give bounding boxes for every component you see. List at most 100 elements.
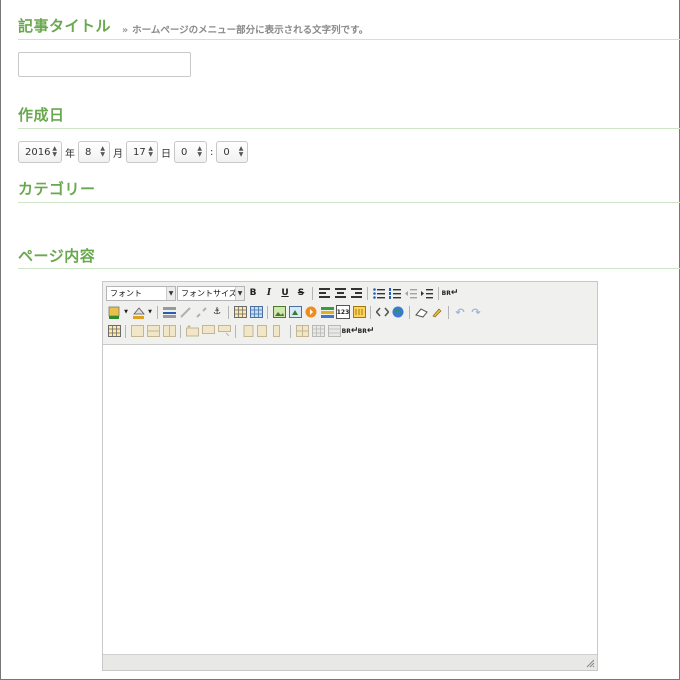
outdent-icon[interactable] — [404, 286, 418, 300]
rich-text-editor: フォント ▼ フォントサイズ ▼ B I U S BR ↵ ▼ ▼ ⚓ 123 … — [102, 281, 598, 671]
line-break-label: BR — [441, 289, 451, 297]
editor-status-bar — [103, 654, 597, 670]
align-center-icon[interactable] — [333, 286, 347, 300]
anchor-icon[interactable]: ⚓ — [210, 305, 224, 319]
italic-button[interactable]: I — [262, 286, 276, 300]
align-right-icon[interactable] — [349, 286, 363, 300]
chevron-down-icon[interactable]: ▼ — [123, 305, 129, 319]
template-icon[interactable] — [352, 305, 366, 319]
day-select[interactable]: 17 ▲ ▼ — [126, 141, 158, 163]
year-select[interactable]: 2016 ▲ ▼ — [18, 141, 62, 163]
delete-column-icon[interactable] — [272, 324, 286, 338]
time-separator: : — [210, 146, 214, 158]
divider — [18, 202, 680, 203]
day-value: 17 — [133, 146, 146, 158]
stepper-icon: ▲ ▼ — [148, 145, 153, 158]
divider — [18, 128, 680, 129]
hour-select[interactable]: 0 ▲ ▼ — [174, 141, 207, 163]
insert-column-after-icon[interactable] — [256, 324, 270, 338]
toolbar-row-1: フォント ▼ フォントサイズ ▼ B I U S BR ↵ — [106, 284, 458, 302]
split-cells-icon[interactable] — [295, 324, 309, 338]
chevron-down-icon: ▼ — [166, 286, 175, 300]
resize-handle-icon[interactable] — [586, 659, 595, 668]
bold-button[interactable]: B — [246, 286, 260, 300]
divider — [18, 268, 680, 269]
font-size-dropdown[interactable]: フォントサイズ ▼ — [177, 285, 245, 301]
chevron-down-icon[interactable]: ▼ — [147, 305, 153, 319]
background-color-icon[interactable] — [131, 305, 145, 319]
horizontal-rule-icon[interactable] — [162, 305, 176, 319]
cell-properties-icon[interactable] — [146, 324, 160, 338]
row-properties-icon[interactable] — [130, 324, 144, 338]
insert-image-icon[interactable] — [272, 305, 286, 319]
flash-icon[interactable] — [304, 305, 318, 319]
stepper-icon: ▲ ▼ — [238, 145, 244, 158]
minute-value: 0 — [223, 146, 230, 158]
source-code-icon[interactable] — [375, 305, 389, 319]
toolbar-separator — [290, 324, 291, 338]
underline-button[interactable]: U — [278, 286, 292, 300]
toolbar-separator — [438, 286, 439, 300]
strikethrough-button[interactable]: S — [294, 286, 308, 300]
editor-content-area[interactable] — [103, 344, 597, 654]
chevron-down-icon: ▼ — [235, 286, 244, 300]
day-unit: 日 — [161, 148, 171, 160]
article-title-heading: 記事タイトル — [18, 17, 112, 35]
insert-row-after-icon[interactable] — [201, 324, 215, 338]
created-date-heading: 作成日 — [18, 106, 65, 124]
bullet-list-icon[interactable] — [372, 286, 386, 300]
indent-icon[interactable] — [420, 286, 434, 300]
insert-table-icon[interactable] — [233, 305, 247, 319]
toolbar-separator — [267, 305, 268, 319]
insert-row-before-icon[interactable] — [185, 324, 199, 338]
date-selector-row: 2016 ▲ ▼ 年 8 ▲ ▼ 月 17 ▲ ▼ 日 0 ▲ ▼ : 0 ▲ ▼ — [18, 140, 249, 164]
line-break-button[interactable]: BR ↵ — [341, 324, 359, 338]
stepper-icon: ▲ ▼ — [100, 145, 105, 158]
toolbar-separator — [125, 324, 126, 338]
redo-icon[interactable]: ↷ — [469, 305, 483, 319]
insert-layer-icon[interactable] — [320, 305, 334, 319]
toolbar-row-3: BR ↵ BR ↵ — [106, 322, 374, 340]
eraser-icon[interactable] — [414, 305, 428, 319]
toolbar-separator — [228, 305, 229, 319]
stepper-icon: ▲ ▼ — [52, 145, 57, 158]
hint-marker: » — [122, 25, 129, 36]
toolbar-separator — [180, 324, 181, 338]
line-break-button[interactable]: BR ↵ — [441, 286, 459, 300]
clean-format-icon[interactable] — [430, 305, 444, 319]
insert-column-before-icon[interactable] — [240, 324, 254, 338]
table-grid-icon[interactable] — [311, 324, 325, 338]
toolbar-separator — [312, 286, 313, 300]
toolbar-separator — [157, 305, 158, 319]
divider — [18, 39, 680, 40]
article-title-input[interactable] — [18, 52, 191, 77]
month-unit: 月 — [113, 148, 123, 160]
line-break-label: BR — [341, 327, 351, 335]
font-dropdown-label: フォント — [110, 288, 142, 298]
table-rows-icon[interactable] — [327, 324, 341, 338]
align-left-icon[interactable] — [317, 286, 331, 300]
merge-cells-icon[interactable] — [162, 324, 176, 338]
insert-media-icon[interactable] — [288, 305, 302, 319]
title-hint-text: ホームページのメニュー部分に表示される文字列です。 — [132, 25, 369, 36]
globe-icon[interactable] — [391, 305, 405, 319]
link-icon[interactable] — [178, 305, 192, 319]
table-icon[interactable] — [107, 324, 121, 338]
month-select[interactable]: 8 ▲ ▼ — [78, 141, 110, 163]
toolbar-separator — [409, 305, 410, 319]
unlink-icon[interactable] — [194, 305, 208, 319]
font-dropdown[interactable]: フォント ▼ — [106, 285, 176, 301]
text-color-icon[interactable] — [107, 305, 121, 319]
table-properties-icon[interactable] — [249, 305, 263, 319]
category-heading: カテゴリー — [18, 180, 96, 198]
minute-select[interactable]: 0 ▲ ▼ — [216, 141, 249, 163]
line-break-button[interactable]: BR ↵ — [357, 324, 375, 338]
month-value: 8 — [85, 146, 92, 158]
undo-icon[interactable]: ↶ — [453, 305, 467, 319]
toolbar-separator — [367, 286, 368, 300]
numbers-icon[interactable]: 123 — [336, 305, 350, 319]
line-break-label: BR — [357, 327, 367, 335]
toolbar-row-2: ▼ ▼ ⚓ 123 ↶ ↷ — [106, 303, 484, 321]
numbered-list-icon[interactable] — [388, 286, 402, 300]
delete-row-icon[interactable] — [217, 324, 231, 338]
